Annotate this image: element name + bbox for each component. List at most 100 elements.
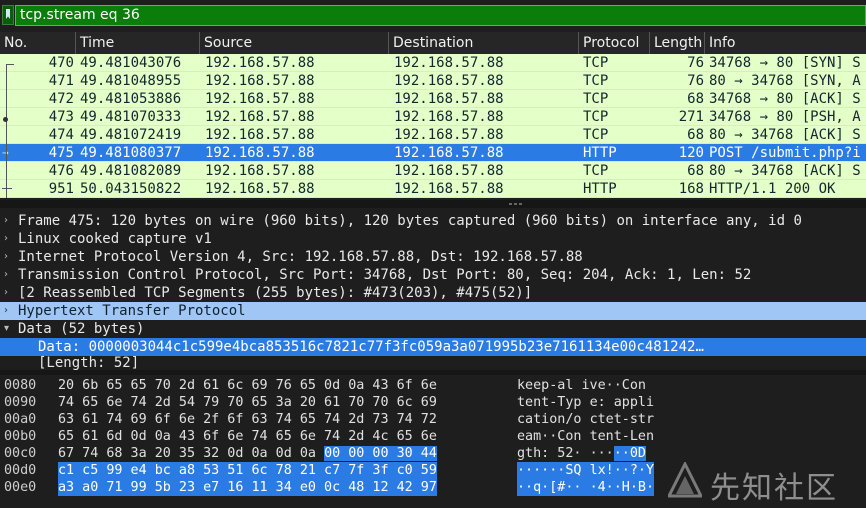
bytes-row: 00b0 65 61 6d 0d 0a 43 6f 6e 74 65 6e 74… xyxy=(0,428,866,445)
detail-row-length[interactable]: [Length: 52] xyxy=(0,356,866,370)
packet-time: 50.043150822 xyxy=(80,181,182,197)
packet-info: 34768 → 80 [ACK] S xyxy=(709,91,861,107)
collapse-arrow-icon[interactable]: ▾ xyxy=(4,320,14,338)
detail-text: Linux cooked capture v1 xyxy=(18,231,212,247)
packet-no: 471 xyxy=(48,73,74,89)
bytes-ascii[interactable]: ··q·[#·· ·4··H·B· xyxy=(517,479,655,496)
bytes-hex[interactable]: 74 65 6e 74 2d 54 79 70 65 3a 20 61 70 7… xyxy=(58,394,437,411)
bytes-ascii[interactable]: eam··Con tent-Len xyxy=(517,428,654,445)
bytes-ascii[interactable]: ······SQ lx!··?·Y xyxy=(517,462,655,479)
bytes-hex[interactable]: 65 61 6d 0d 0a 43 6f 6e 74 65 6e 74 2d 4… xyxy=(58,428,437,445)
packet-source: 192.168.57.88 xyxy=(205,73,315,89)
detail-row-reassembled[interactable]: › [2 Reassembled TCP Segments (255 bytes… xyxy=(0,284,866,302)
bytes-hex[interactable]: a3 a0 71 99 5b 23 e7 16 11 34 e0 0c 48 1… xyxy=(58,479,437,496)
packet-row[interactable]: 472 49.481053886 192.168.57.88 192.168.57.8… xyxy=(0,90,866,108)
packet-info: 34768 → 80 [SYN] S xyxy=(709,55,861,71)
packet-protocol: HTTP xyxy=(583,181,617,197)
packet-destination: 192.168.57.88 xyxy=(394,73,504,89)
bytes-hex[interactable]: 20 6b 65 65 70 2d 61 6c 69 76 65 0d 0a 4… xyxy=(58,377,437,394)
conversation-start-marker xyxy=(6,64,14,65)
packet-time: 49.481070333 xyxy=(80,109,182,125)
detail-row-linux-cooked[interactable]: › Linux cooked capture v1 xyxy=(0,230,866,248)
packet-row[interactable]: 473 49.481070333 192.168.57.88 192.168.57.8… xyxy=(0,108,866,126)
packet-info: 80 → 34768 [ACK] S xyxy=(709,127,861,143)
packet-source: 192.168.57.88 xyxy=(205,145,315,161)
bytes-ascii[interactable]: cation/o ctet-str xyxy=(517,411,654,428)
bytes-offset: 00d0 xyxy=(4,463,37,478)
packet-row[interactable]: 475 49.481080377 192.168.57.88 192.168.57.8… xyxy=(0,144,866,162)
bytes-offset: 0080 xyxy=(4,378,37,393)
packet-row[interactable]: 471 49.481048955 192.168.57.88 192.168.57.8… xyxy=(0,72,866,90)
packet-protocol: TCP xyxy=(583,163,609,179)
column-header-time[interactable]: Time xyxy=(76,32,200,54)
detail-row-frame[interactable]: › Frame 475: 120 bytes on wire (960 bits… xyxy=(0,212,866,230)
detail-row-data[interactable]: ▾ Data (52 bytes) xyxy=(0,320,866,338)
display-filter-toolbar: tcp.stream eq 36 xyxy=(0,0,866,28)
filter-bookmark-button[interactable] xyxy=(2,5,14,25)
packet-source: 192.168.57.88 xyxy=(205,109,315,125)
detail-text: Transmission Control Protocol, Src Port:… xyxy=(18,267,752,283)
display-filter-input[interactable]: tcp.stream eq 36 xyxy=(15,5,866,26)
packet-row[interactable]: 951 50.043150822 192.168.57.88 192.168.57.8… xyxy=(0,180,866,198)
expand-arrow-icon[interactable]: › xyxy=(4,212,14,230)
packet-length: 120 xyxy=(678,145,704,161)
bookmark-icon xyxy=(6,9,10,19)
expand-arrow-icon[interactable]: › xyxy=(4,302,14,320)
column-header-protocol[interactable]: Protocol xyxy=(579,32,650,54)
bytes-offset: 00e0 xyxy=(4,480,37,495)
detail-row-ipv4[interactable]: › Internet Protocol Version 4, Src: 192.… xyxy=(0,248,866,266)
packet-time: 49.481072419 xyxy=(80,127,182,143)
column-header-destination[interactable]: Destination xyxy=(389,32,579,54)
bytes-hex[interactable]: 67 74 68 3a 20 35 32 0d 0a 0d 0a 00 00 0… xyxy=(58,445,437,462)
column-header-length[interactable]: Length xyxy=(650,32,705,54)
packet-length: 76 xyxy=(687,73,704,89)
packet-row[interactable]: 476 49.481082089 192.168.57.88 192.168.57.8… xyxy=(0,162,866,180)
packet-list-header: No. Time Source Destination Protocol Len… xyxy=(0,32,866,54)
packet-row[interactable]: 474 49.481072419 192.168.57.88 192.168.57.8… xyxy=(0,126,866,144)
packet-time: 49.481080377 xyxy=(80,145,182,161)
packet-destination: 192.168.57.88 xyxy=(394,163,504,179)
detail-row-tcp[interactable]: › Transmission Control Protocol, Src Por… xyxy=(0,266,866,284)
detail-row-http[interactable]: › Hypertext Transfer Protocol xyxy=(0,302,866,320)
packet-info: 34768 → 80 [PSH, A xyxy=(709,109,861,125)
packet-source: 192.168.57.88 xyxy=(205,181,315,197)
expand-arrow-icon[interactable]: › xyxy=(4,284,14,302)
watermark: 先知社区 xyxy=(668,460,864,506)
packet-info: 80 → 34768 [SYN, A xyxy=(709,73,861,89)
pane-splitter[interactable] xyxy=(0,370,866,375)
column-header-info[interactable]: Info xyxy=(705,32,866,54)
bytes-row: 00a0 63 61 74 69 6f 6e 2f 6f 63 74 65 74… xyxy=(0,411,866,428)
packet-time: 49.481082089 xyxy=(80,163,182,179)
detail-row-data-value[interactable]: Data: 0000003044c1c599e4bca853516c7821c7… xyxy=(0,338,866,356)
packet-info: HTTP/1.1 200 OK xyxy=(709,181,836,197)
detail-text: Internet Protocol Version 4, Src: 192.16… xyxy=(18,249,583,265)
bytes-ascii[interactable]: keep-al ive··Con xyxy=(517,377,646,394)
packet-destination: 192.168.57.88 xyxy=(394,181,504,197)
bytes-ascii[interactable]: tent-Typ e: appli xyxy=(517,394,654,411)
expand-arrow-icon[interactable]: › xyxy=(4,230,14,248)
bytes-row: 0080 20 6b 65 65 70 2d 61 6c 69 76 65 0d… xyxy=(0,377,866,394)
expand-arrow-icon[interactable]: › xyxy=(4,248,14,266)
pane-splitter[interactable] xyxy=(0,200,866,208)
bytes-offset: 00c0 xyxy=(4,446,37,461)
expand-arrow-icon[interactable]: › xyxy=(4,266,14,284)
bytes-offset: 00b0 xyxy=(4,429,37,444)
packet-protocol: TCP xyxy=(583,109,609,125)
detail-text: Data (52 bytes) xyxy=(18,321,145,337)
packet-length: 168 xyxy=(678,181,704,197)
bytes-row: 0090 74 65 6e 74 2d 54 79 70 65 3a 20 61… xyxy=(0,394,866,411)
column-header-no[interactable]: No. xyxy=(0,32,76,54)
packet-length: 68 xyxy=(687,127,704,143)
watermark-text: 先知社区 xyxy=(710,471,838,506)
bytes-ascii[interactable]: gth: 52· ·····0D xyxy=(517,445,646,462)
bytes-hex[interactable]: c1 c5 99 e4 bc a8 53 51 6c 78 21 c7 7f 3… xyxy=(58,462,437,479)
packet-row[interactable]: 470 49.481043076 192.168.57.88 192.168.57.8… xyxy=(0,54,866,72)
column-header-source[interactable]: Source xyxy=(200,32,389,54)
bytes-hex[interactable]: 63 61 74 69 6f 6e 2f 6f 63 74 65 74 2d 7… xyxy=(58,411,437,428)
packet-length: 68 xyxy=(687,163,704,179)
packet-no: 472 xyxy=(48,91,74,107)
packet-protocol: TCP xyxy=(583,127,609,143)
packet-source: 192.168.57.88 xyxy=(205,55,315,71)
packet-list: No. Time Source Destination Protocol Len… xyxy=(0,32,866,200)
packet-no: 476 xyxy=(48,163,74,179)
